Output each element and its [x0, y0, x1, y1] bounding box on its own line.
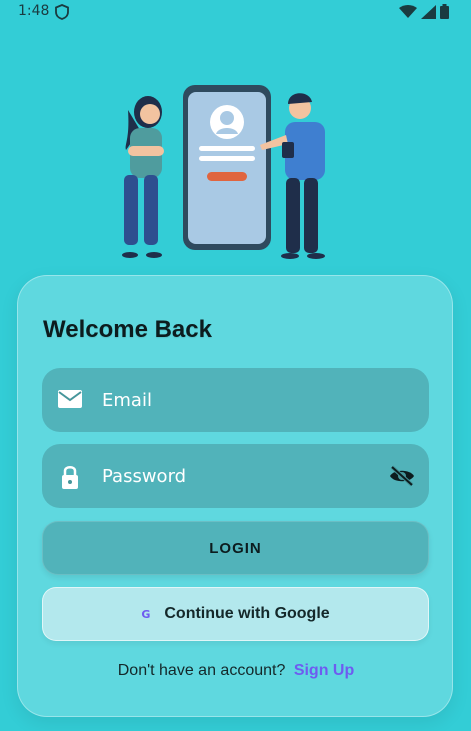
email-icon: [57, 388, 83, 412]
status-bar: 1:48: [0, 0, 471, 26]
email-input[interactable]: [102, 368, 382, 432]
status-icons: [399, 4, 449, 23]
lock-icon: [57, 464, 83, 489]
eye-off-icon[interactable]: [389, 464, 415, 488]
google-icon: G: [141, 607, 151, 621]
signup-prompt: Don't have an account?: [117, 662, 286, 679]
email-field[interactable]: [42, 368, 429, 432]
shield-icon: [55, 4, 69, 24]
signup-row: Don't have an account? Sign Up: [18, 662, 454, 680]
signup-link[interactable]: Sign Up: [294, 662, 354, 679]
battery-icon: [440, 4, 449, 23]
password-field[interactable]: [42, 444, 429, 508]
google-signin-button[interactable]: G Continue with Google: [42, 587, 429, 641]
wifi-icon: [399, 4, 417, 23]
google-button-label: Continue with Google: [164, 605, 330, 622]
login-card: Welcome Back LOGIN: [17, 275, 453, 717]
password-input[interactable]: [102, 444, 382, 508]
page-title: Welcome Back: [43, 316, 212, 343]
signal-icon: [421, 4, 436, 23]
status-time: 1:48: [18, 3, 50, 19]
login-button[interactable]: LOGIN: [42, 521, 429, 575]
login-illustration: [110, 80, 340, 265]
